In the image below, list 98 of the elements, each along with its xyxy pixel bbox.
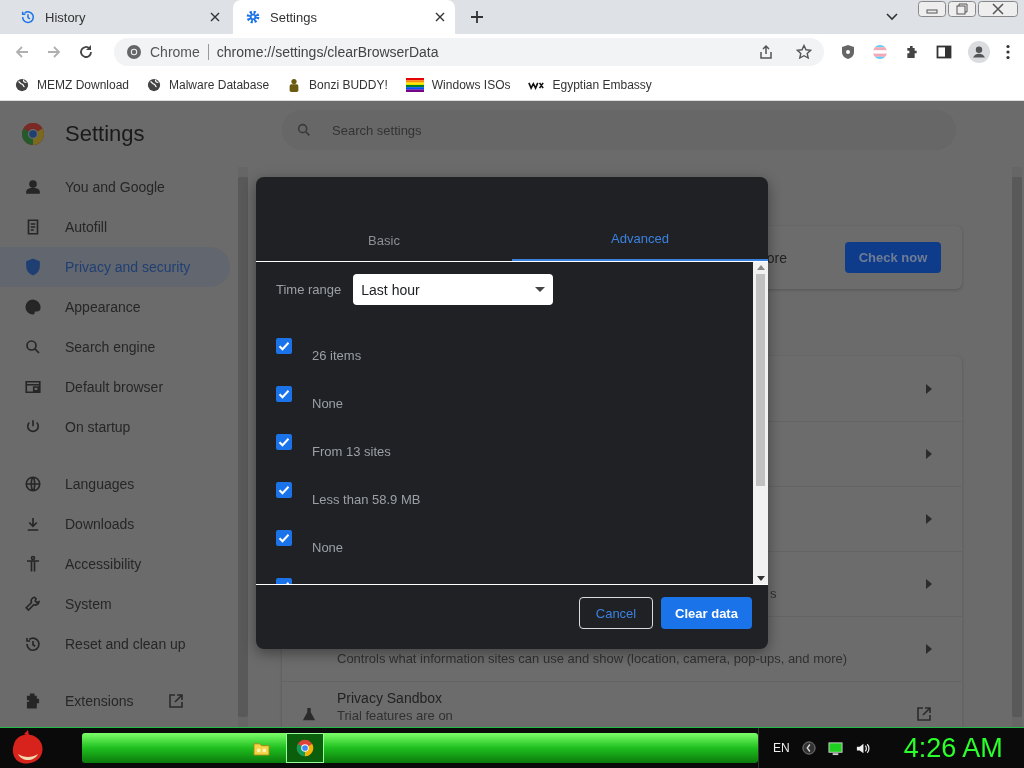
menu-item-icon: [24, 378, 42, 396]
site-label: Chrome: [150, 44, 200, 60]
globe-icon: [147, 78, 162, 92]
external-link-icon[interactable]: [168, 693, 185, 709]
cancel-button[interactable]: Cancel: [579, 597, 653, 629]
bookmark[interactable]: Windows ISOs: [405, 78, 511, 92]
side-panel-icon[interactable]: [936, 44, 952, 60]
sidebar-item[interactable]: Languages: [0, 464, 230, 504]
row-subtitle: Trial features are on: [337, 707, 454, 723]
menu-item-icon: [24, 555, 42, 573]
caret-right-icon[interactable]: [926, 644, 932, 654]
scrollbar[interactable]: [238, 167, 248, 727]
caret-right-icon[interactable]: [926, 579, 932, 589]
shield-icon[interactable]: [840, 44, 856, 60]
page-title: Settings: [65, 121, 145, 147]
address-bar[interactable]: Chrome chrome://settings/clearBrowserData: [114, 38, 824, 66]
dialog-tab[interactable]: Basic: [256, 177, 512, 261]
check-now-button[interactable]: Check now: [845, 242, 941, 273]
language-indicator[interactable]: EN: [773, 741, 790, 755]
sidebar-item[interactable]: Autofill: [0, 207, 230, 247]
item-detail: None: [312, 396, 344, 411]
close-icon[interactable]: [210, 12, 220, 22]
sidebar-item[interactable]: Default browser: [0, 367, 230, 407]
bookmark[interactable]: MEMZ Download: [15, 78, 130, 92]
browser-logo-icon: [296, 739, 314, 757]
puzzle-icon[interactable]: [904, 44, 920, 60]
caret-right-icon[interactable]: [926, 449, 932, 459]
item-detail: None: [312, 540, 344, 555]
menu-item-icon: [24, 692, 42, 710]
checkbox[interactable]: [276, 530, 292, 546]
bookmark[interactable]: Malware Database: [147, 78, 270, 92]
scrollbar[interactable]: [753, 262, 768, 584]
new-tab-icon[interactable]: [470, 10, 484, 24]
menu-item-icon: [24, 338, 42, 356]
row-subtitle: Controls what information sites can use and show (location, camera, pop-ups, and more): [337, 650, 849, 666]
star-icon[interactable]: [796, 44, 812, 60]
sidebar-item[interactable]: System: [0, 584, 230, 624]
chevron-down-icon[interactable]: [886, 13, 898, 21]
field-label: Time range: [276, 282, 342, 297]
share-icon[interactable]: [758, 44, 774, 60]
rainbow-flag-icon: [405, 78, 424, 92]
menu-item-icon: [24, 475, 42, 493]
sidebar-item[interactable]: Accessibility: [0, 544, 230, 584]
time-range-dropdown[interactable]: Last hour: [353, 274, 554, 305]
clear-data-button[interactable]: Clear data: [661, 597, 752, 629]
minimize-icon[interactable]: [918, 1, 946, 17]
checkbox[interactable]: [276, 338, 292, 354]
caret-down-icon: [535, 287, 546, 292]
sidebar-item[interactable]: You and Google: [0, 167, 230, 207]
close-icon[interactable]: [435, 12, 445, 22]
restore-icon[interactable]: [948, 1, 976, 17]
network-icon[interactable]: [801, 741, 816, 755]
browser-tab[interactable]: Settings: [233, 0, 455, 34]
reload-icon[interactable]: [78, 44, 94, 60]
sidebar-item[interactable]: Downloads: [0, 504, 230, 544]
external-link-icon[interactable]: [916, 706, 932, 722]
checkbox[interactable]: [276, 386, 292, 402]
item-detail: Less than 58.9 MB: [312, 492, 421, 507]
dialog-tab[interactable]: Advanced: [512, 177, 768, 261]
wave-mark-icon: [528, 80, 545, 90]
search-icon: [296, 122, 312, 138]
checkbox[interactable]: [276, 482, 292, 498]
caret-right-icon[interactable]: [926, 514, 932, 524]
menu-item-icon: [24, 298, 42, 316]
row-title: Privacy Sandbox: [337, 689, 444, 706]
sidebar-item[interactable]: Search engine: [0, 327, 230, 367]
menu-item-icon: [24, 178, 42, 196]
bookmark[interactable]: Bonzi BUDDY!: [287, 77, 388, 93]
menu-item-icon: [24, 635, 42, 653]
clock: 4:26 AM: [903, 732, 1003, 764]
taskbar-button[interactable]: [286, 733, 324, 763]
sidebar-item[interactable]: Appearance: [0, 287, 230, 327]
menu-icon[interactable]: [1006, 44, 1010, 60]
item-detail: 26 items: [312, 348, 362, 363]
checkbox[interactable]: [276, 434, 292, 450]
card-text: ore: [766, 249, 787, 266]
url-text: chrome://settings/clearBrowserData: [216, 44, 439, 60]
caret-right-icon[interactable]: [926, 383, 932, 394]
browser-tab[interactable]: History: [8, 0, 230, 34]
avatar-icon[interactable]: [968, 41, 990, 63]
sidebar-item[interactable]: Extensions: [0, 681, 230, 721]
scrollbar[interactable]: [1012, 167, 1022, 727]
history-icon: [20, 9, 36, 25]
globe-icon: [15, 78, 29, 92]
scroll-down-icon[interactable]: [756, 576, 765, 581]
sidebar-item[interactable]: Reset and clean up: [0, 624, 230, 664]
flask-icon: [302, 706, 316, 722]
sidebar-item[interactable]: On startup: [0, 407, 230, 447]
menu-item-icon: [24, 258, 42, 276]
item-detail: From 13 sites: [312, 444, 391, 459]
menu-item-icon: [24, 595, 42, 613]
bookmark[interactable]: Egyptian Embassy: [528, 78, 652, 92]
close-icon[interactable]: [978, 1, 1018, 17]
monitor-icon[interactable]: [827, 740, 843, 756]
browser-logo-icon: [21, 122, 45, 146]
folder-icon: [252, 740, 270, 756]
browser-logo-icon: [126, 44, 142, 60]
scroll-up-icon[interactable]: [756, 265, 765, 270]
